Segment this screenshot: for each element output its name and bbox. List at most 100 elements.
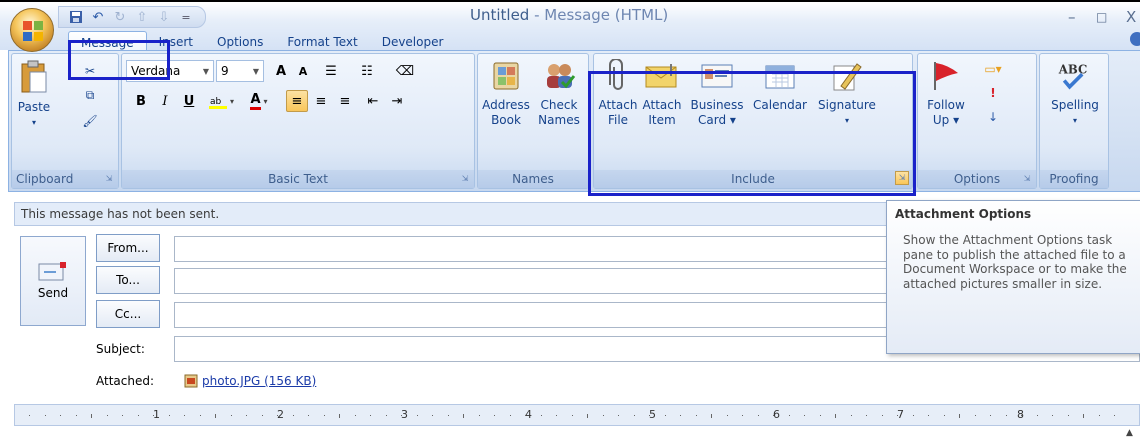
ruler-tick [339,414,340,418]
basic-text-launcher-icon[interactable]: ⇲ [459,173,471,185]
align-right-icon[interactable]: ≡ [334,90,356,112]
send-label: Send [37,286,69,300]
tooltip-body: Show the Attachment Options task pane to… [903,233,1127,291]
group-basic-text: Verdana ▼ 9 ▼ A A ☰ ☷ ⌫ B I U ab ▾ A ▾ ≡ ≡ ≡… [121,53,475,189]
ruler-dot [633,415,635,416]
font-name-combo[interactable]: Verdana ▼ [126,60,214,82]
undo-icon[interactable]: ↶ [89,8,107,26]
highlight-color-icon[interactable]: ab ▾ [206,90,240,112]
minimize-button[interactable]: – [1068,8,1076,26]
spelling-button[interactable]: ABC Spelling ▾ [1044,58,1106,128]
signature-label: Signature [818,98,876,112]
customize-toolbar-icon[interactable]: = [177,8,195,26]
office-button[interactable] [10,8,54,52]
ruler-dot [137,415,139,416]
from-button[interactable]: From... [96,234,160,262]
attach-file-label-2: File [607,113,629,127]
to-button[interactable]: To... [96,266,160,294]
signature-dropdown-icon[interactable]: ▾ [845,113,849,128]
attach-item-button[interactable]: Attach Item [640,58,684,128]
abc-text: ABC [1058,62,1087,76]
ruler-tick [587,414,588,418]
cut-icon[interactable]: ✂ [78,60,102,82]
send-envelope-icon [38,262,66,281]
quick-access-toolbar: ↶ ↻ ⇧ ⇩ = [58,6,206,28]
scroll-up-icon[interactable]: ▲ [1126,428,1133,438]
ruler-dot [1052,415,1053,416]
increase-indent-icon[interactable]: ⇥ [386,90,408,112]
underline-button[interactable]: U [178,90,200,112]
down-arrow-icon[interactable]: ⇩ [155,8,173,26]
window-title: Untitled - Message (HTML) [470,6,668,24]
ruler-dot [928,415,929,416]
save-icon[interactable] [67,8,85,26]
ruler-dot [881,415,883,416]
bold-button[interactable]: B [130,90,152,112]
ruler-dot [788,415,790,416]
font-size-combo[interactable]: 9 ▼ [216,60,264,82]
redo-icon[interactable]: ↻ [111,8,129,26]
high-importance-icon[interactable]: ! [978,82,1008,104]
ruler-number: 1 [153,408,160,421]
shrink-font-button[interactable]: A [292,60,314,82]
maximize-button[interactable]: □ [1096,10,1107,24]
ruler-dot [478,415,480,416]
ruler-dot [525,415,526,416]
font-color-label: A [250,92,261,110]
ruler-dot [974,415,976,416]
calendar-button[interactable]: Calendar [750,58,810,113]
options-launcher-icon[interactable]: ⇲ [1021,173,1033,185]
follow-up-label-2: Up ▾ [932,113,960,127]
decrease-indent-icon[interactable]: ⇤ [362,90,384,112]
follow-up-button[interactable]: Follow Up ▾ [922,58,970,128]
numbering-icon[interactable]: ☷ [356,60,378,82]
paste-button[interactable]: Paste ▾ [16,60,52,130]
close-button[interactable]: X [1126,8,1136,26]
ruler-dot [385,415,387,416]
group-clipboard: Paste ▾ ✂ ⧉ 🖌 Clipboard ⇲ [11,53,119,189]
attach-item-label-2: Item [648,113,676,127]
font-color-button[interactable]: A ▾ [242,90,276,112]
ruler-dot [912,415,914,416]
font-size-value: 9 [221,64,229,78]
clipboard-launcher-icon[interactable]: ⇲ [103,173,115,185]
spelling-dropdown-icon[interactable]: ▾ [1073,113,1077,128]
ruler-dot [726,415,728,416]
grow-font-button[interactable]: A [270,60,292,82]
attachment-options-launcher-icon[interactable]: ⇲ [895,171,909,185]
copy-icon[interactable]: ⧉ [78,84,102,106]
ruler-dot [866,415,867,416]
signature-button[interactable]: Signature ▾ [812,58,882,128]
attachment-link[interactable]: photo.JPG (156 KB) [184,374,316,388]
cc-button[interactable]: Cc... [96,300,160,328]
flag-icon [928,58,964,94]
paste-label: Paste [17,100,51,114]
ruler-tick [463,414,464,418]
group-label-names: Names [478,170,588,188]
align-left-icon[interactable]: ≡ [286,90,308,112]
ruler-dot [664,415,666,416]
low-importance-icon[interactable]: ↓ [978,106,1008,128]
ruler-dot [540,415,542,416]
clear-formatting-icon[interactable]: ⌫ [394,60,416,82]
italic-button[interactable]: I [154,90,176,112]
subject-label: Subject: [96,342,145,356]
address-book-button[interactable]: Address Book [482,58,530,128]
align-center-icon[interactable]: ≡ [310,90,332,112]
bullets-icon[interactable]: ☰ [320,60,342,82]
format-painter-icon[interactable]: 🖌 [78,110,102,132]
ruler-tick [91,414,92,418]
ruler-number: 2 [277,408,284,421]
up-arrow-icon[interactable]: ⇧ [133,8,151,26]
svg-text:ab: ab [210,97,222,107]
help-icon[interactable] [1130,32,1140,46]
ruler-number: 3 [401,408,408,421]
check-names-button[interactable]: Check Names [534,58,584,128]
ruler-tick [215,414,216,418]
categorize-icon[interactable]: ▭▾ [978,58,1008,80]
send-button[interactable]: Send [20,236,86,326]
paste-dropdown-icon[interactable]: ▾ [32,115,36,130]
attach-file-button[interactable]: Attach File [598,58,638,128]
business-card-button[interactable]: Business Card ▾ [686,58,748,128]
ruler: 1 2 3 4 5 6 7 8 [14,404,1140,426]
